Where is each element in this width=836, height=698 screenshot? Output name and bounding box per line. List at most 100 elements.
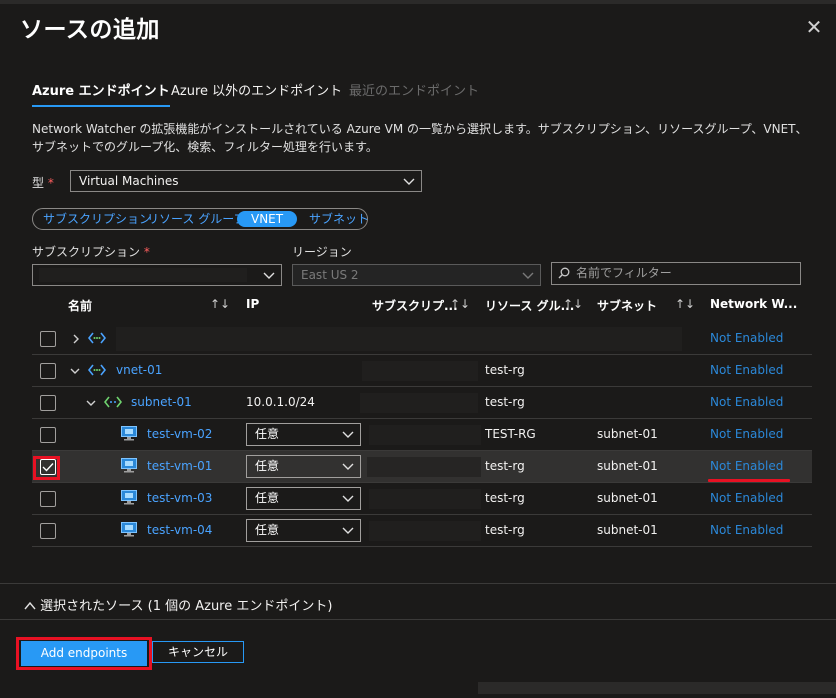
table-row[interactable]: test-vm-01 任意 test-rg subnet-01 Not Enab…: [32, 451, 812, 483]
row-name[interactable]: subnet-01: [131, 395, 192, 409]
row-checkbox[interactable]: [40, 395, 56, 411]
chevron-down-icon[interactable]: [86, 399, 96, 407]
cancel-button[interactable]: キャンセル: [152, 641, 244, 663]
chevron-down-icon: [342, 495, 354, 502]
ip-select[interactable]: 任意: [246, 487, 361, 510]
redacted-subscription: [369, 521, 481, 541]
redacted-subscription: [367, 457, 481, 477]
virtual-machine-icon: [121, 490, 137, 505]
redacted-subscription: [39, 268, 247, 282]
subscription-label: サブスクリプション *: [32, 245, 150, 259]
row-checkbox[interactable]: [40, 491, 56, 507]
row-resource-group: test-rg: [485, 363, 525, 377]
sort-icon[interactable]: ↑↓: [675, 297, 695, 311]
column-header-resource-group[interactable]: リソース グル...: [485, 297, 574, 314]
table-row[interactable]: test-vm-02 任意 TEST-RG subnet-01 Not Enab…: [32, 419, 812, 451]
grouping-toggle: サブスクリプション リソース グループ VNET サブネット: [32, 208, 369, 230]
virtual-machine-icon: [121, 426, 137, 441]
network-watcher-status: Not Enabled: [710, 427, 784, 441]
column-header-network-watcher[interactable]: Network W...: [710, 297, 797, 311]
network-watcher-status: Not Enabled: [710, 363, 784, 377]
tab-recent-endpoints: 最近のエンドポイント: [349, 84, 480, 99]
close-icon[interactable]: ✕: [803, 16, 825, 38]
pill-subnet[interactable]: サブネット: [309, 211, 369, 227]
row-subnet: subnet-01: [597, 523, 658, 537]
sort-icon[interactable]: ↑↓: [563, 297, 583, 311]
column-header-subscription[interactable]: サブスクリプ...: [372, 297, 458, 314]
region-label: リージョン: [292, 245, 352, 259]
row-subnet: subnet-01: [597, 491, 658, 505]
table-row[interactable]: test-vm-04 任意 test-rg subnet-01 Not Enab…: [32, 515, 812, 547]
chevron-up-icon: [24, 601, 36, 610]
row-name[interactable]: test-vm-02: [147, 427, 212, 441]
column-header-name[interactable]: 名前: [68, 297, 92, 314]
tab-azure-endpoints[interactable]: Azure エンドポイント: [32, 80, 170, 107]
type-select[interactable]: Virtual Machines: [70, 170, 422, 192]
row-checkbox[interactable]: [40, 331, 56, 347]
column-header-ip[interactable]: IP: [246, 297, 259, 311]
search-icon: [558, 267, 570, 279]
ip-select[interactable]: 任意: [246, 455, 361, 478]
highlight-box: [16, 637, 152, 670]
network-watcher-status: Not Enabled: [710, 459, 784, 473]
tab-non-azure-endpoints[interactable]: Azure 以外のエンドポイント: [171, 80, 342, 99]
row-resource-group: test-rg: [485, 459, 525, 473]
row-name[interactable]: vnet-01: [116, 363, 162, 377]
chevron-down-icon: [263, 272, 275, 279]
pill-subscription[interactable]: サブスクリプション: [43, 211, 151, 227]
vnet-icon: [88, 364, 106, 376]
subscription-select[interactable]: [32, 264, 282, 286]
row-resource-group: test-rg: [485, 491, 525, 505]
chevron-down-icon: [342, 527, 354, 534]
horizontal-scrollbar[interactable]: [478, 682, 836, 694]
row-resource-group: test-rg: [485, 395, 525, 409]
region-select: East US 2: [292, 264, 541, 286]
vnet-icon: [88, 332, 106, 344]
chevron-right-icon[interactable]: [72, 334, 80, 344]
table-row[interactable]: vnet-01 test-rg Not Enabled: [32, 355, 812, 387]
network-watcher-status: Not Enabled: [710, 523, 784, 537]
description-text: Network Watcher の拡張機能がインストールされている Azure …: [32, 122, 808, 154]
redacted-subscription: [360, 393, 478, 413]
redacted-subscription: [369, 489, 481, 509]
row-checkbox[interactable]: [40, 427, 56, 443]
row-subnet: subnet-01: [597, 459, 658, 473]
divider: [0, 583, 836, 584]
filter-by-name-input[interactable]: 名前でフィルター: [551, 262, 801, 285]
network-watcher-status: Not Enabled: [710, 395, 784, 409]
highlight-underline: [708, 479, 790, 482]
table-row[interactable]: Not Enabled: [32, 323, 812, 355]
network-watcher-status: Not Enabled: [710, 491, 784, 505]
row-checkbox[interactable]: [40, 363, 56, 379]
network-watcher-status: Not Enabled: [710, 331, 784, 345]
row-name[interactable]: test-vm-04: [147, 523, 212, 537]
chevron-down-icon: [403, 178, 415, 185]
pill-resource-group[interactable]: リソース グループ: [147, 211, 246, 227]
row-subnet: subnet-01: [597, 427, 658, 441]
row-name[interactable]: test-vm-03: [147, 491, 212, 505]
highlight-box: [33, 456, 60, 480]
sort-icon[interactable]: ↑↓: [450, 297, 470, 311]
top-border: [0, 0, 836, 4]
chevron-down-icon[interactable]: [70, 367, 80, 375]
selected-sources-toggle[interactable]: 選択されたソース (1 個の Azure エンドポイント): [24, 595, 332, 614]
type-label: 型 *: [32, 176, 54, 190]
column-header-subnet[interactable]: サブネット: [597, 297, 657, 314]
redacted-name: [116, 327, 682, 351]
sort-icon[interactable]: ↑↓: [210, 297, 230, 311]
ip-select[interactable]: 任意: [246, 519, 361, 542]
virtual-machine-icon: [121, 458, 137, 473]
divider: [0, 619, 836, 620]
row-checkbox[interactable]: [40, 523, 56, 539]
row-resource-group: test-rg: [485, 523, 525, 537]
chevron-down-icon: [342, 431, 354, 438]
pill-vnet[interactable]: VNET: [237, 211, 298, 227]
row-name[interactable]: test-vm-01: [147, 459, 212, 473]
row-ip: 10.0.1.0/24: [246, 395, 315, 409]
ip-select[interactable]: 任意: [246, 423, 361, 446]
row-resource-group: TEST-RG: [485, 427, 536, 441]
table-row[interactable]: subnet-01 10.0.1.0/24 test-rg Not Enable…: [32, 387, 812, 419]
table-row[interactable]: test-vm-03 任意 test-rg subnet-01 Not Enab…: [32, 483, 812, 515]
subnet-icon: [104, 396, 122, 408]
chevron-down-icon: [522, 272, 534, 279]
